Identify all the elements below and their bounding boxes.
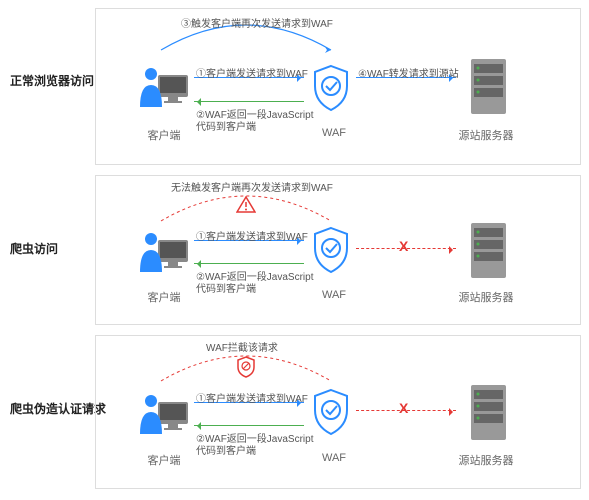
- server-label: 源站服务器: [451, 127, 521, 143]
- waf-label: WAF: [319, 289, 349, 301]
- section-title-crawler: 爬虫访问: [10, 240, 58, 257]
- client-icon: [136, 57, 191, 112]
- client-label: 客户端: [144, 127, 184, 143]
- server-label: 源站服务器: [451, 289, 521, 305]
- client-label: 客户端: [144, 452, 184, 468]
- waf-label: WAF: [319, 452, 349, 464]
- waf-icon: [311, 64, 351, 115]
- x-mark: X: [399, 400, 408, 416]
- step-4-label: ④WAF转发请求到源站: [358, 65, 459, 80]
- diagram-container: 正常浏览器访问 爬虫访问 爬虫伪造认证请求 ③触发客户端再次发送请求到WAF ①…: [0, 0, 589, 500]
- arrow-step2: [194, 425, 304, 426]
- warning-icon: [236, 196, 256, 214]
- server-icon: [461, 218, 516, 286]
- client-label: 客户端: [144, 289, 184, 305]
- step-3-label: ③触发客户端再次发送请求到WAF: [181, 15, 333, 30]
- client-icon: [136, 384, 191, 439]
- waf-icon: [311, 388, 351, 439]
- step-2b-label: 代码到客户端: [196, 280, 256, 295]
- section-crawler: 无法触发客户端再次发送请求到WAF ①客户端发送请求到WAF ②WAF返回一段J…: [95, 175, 581, 325]
- waf-icon: [311, 226, 351, 277]
- step-1-label: ①客户端发送请求到WAF: [196, 390, 308, 405]
- curve-2-label: 无法触发客户端再次发送请求到WAF: [171, 179, 333, 194]
- arrow-step2: [194, 263, 304, 264]
- step-1-label: ①客户端发送请求到WAF: [196, 228, 308, 243]
- server-icon: [461, 380, 516, 448]
- arrow-step2: [194, 101, 304, 102]
- waf-label: WAF: [319, 127, 349, 139]
- server-icon: [461, 54, 516, 122]
- server-label: 源站服务器: [451, 452, 521, 468]
- client-icon: [136, 222, 191, 277]
- section-title-normal: 正常浏览器访问: [10, 72, 94, 89]
- section-title-fake: 爬虫伪造认证请求: [10, 400, 106, 417]
- step-2b-label: 代码到客户端: [196, 442, 256, 457]
- curve-3-label: WAF拦截该请求: [206, 339, 278, 354]
- x-mark: X: [399, 238, 408, 254]
- section-fake: WAF拦截该请求 ①客户端发送请求到WAF ②WAF返回一段JavaScript…: [95, 335, 581, 489]
- step-1-label: ①客户端发送请求到WAF: [196, 65, 308, 80]
- step-2b-label: 代码到客户端: [196, 118, 256, 133]
- section-normal: ③触发客户端再次发送请求到WAF ①客户端发送请求到WAF ②WAF返回一段Ja…: [95, 8, 581, 165]
- shield-block-icon: [236, 356, 256, 378]
